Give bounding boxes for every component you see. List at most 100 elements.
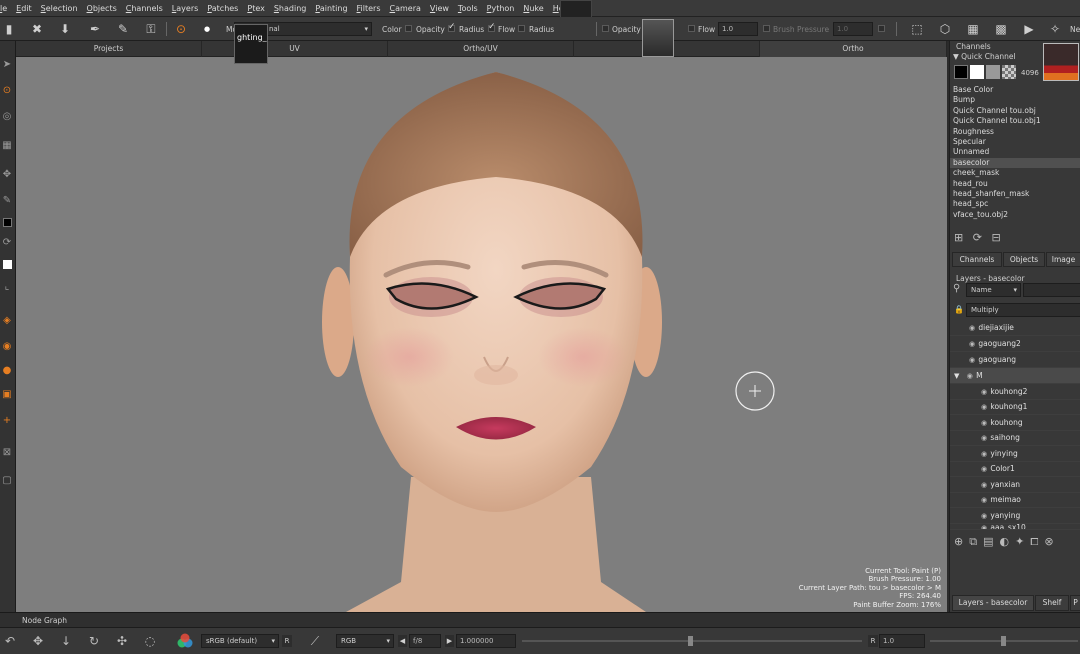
play-icon[interactable]: ▶: [1020, 20, 1038, 38]
tab-uv[interactable]: UV: [202, 41, 388, 57]
reset-colors-icon[interactable]: ⌞: [0, 279, 14, 293]
colorspace-dropdown[interactable]: sRGB (default) ▾: [201, 634, 279, 648]
fill-tool-icon[interactable]: ◈: [0, 313, 14, 327]
node-graph-bar[interactable]: Node Graph: [0, 612, 1080, 627]
background-color-swatch[interactable]: [0, 257, 14, 271]
menu-item-python[interactable]: Python: [487, 4, 515, 13]
channel-item[interactable]: Roughness: [950, 127, 1080, 137]
dot-tool-icon[interactable]: ●: [0, 363, 14, 377]
fstop-input[interactable]: f/8: [409, 634, 441, 648]
channel-item[interactable]: Bump: [950, 95, 1080, 105]
channel-item[interactable]: Quick Channel tou.obj: [950, 106, 1080, 116]
gain-slider-handle[interactable]: [688, 636, 693, 646]
layer-row[interactable]: ◉ diejiaxijie: [950, 320, 1080, 336]
3d-viewport[interactable]: Current Tool: Paint (P) Brush Pressure: …: [16, 57, 947, 612]
grid-icon[interactable]: ▦: [964, 20, 982, 38]
layer-row[interactable]: ◉ yanxian: [950, 477, 1080, 493]
eye-icon[interactable]: ◉: [980, 462, 988, 478]
eye-icon[interactable]: ◉: [968, 321, 976, 337]
add-group-icon[interactable]: ⧉: [969, 535, 983, 548]
channel-item[interactable]: Specular: [950, 137, 1080, 147]
layer-row[interactable]: ◉ kouhong2: [950, 384, 1080, 400]
paint-tool-icon[interactable]: ✒: [86, 20, 104, 38]
gain-input[interactable]: 1.000000: [456, 634, 516, 648]
eye-icon[interactable]: ◉: [980, 400, 988, 416]
brush-preview-thumbnail[interactable]: [642, 19, 674, 57]
layer-filter-dropdown[interactable]: Name ▾: [966, 283, 1021, 297]
tab-layers[interactable]: Layers - basecolor: [952, 595, 1034, 611]
layer-row[interactable]: ◉ yinying: [950, 446, 1080, 462]
head-model-render[interactable]: [16, 57, 947, 612]
brush-dot-icon[interactable]: ●: [198, 20, 216, 38]
channel-swatch-white[interactable]: [970, 65, 984, 79]
eye-icon[interactable]: ◉: [980, 493, 988, 509]
quick-channel-header[interactable]: ▼ Quick Channel: [953, 52, 1016, 61]
menu-item-channels[interactable]: Channels: [126, 4, 163, 13]
menu-item-filters[interactable]: Filters: [357, 4, 381, 13]
menu-item-tools[interactable]: Tools: [458, 4, 478, 13]
tab-ortho-uv[interactable]: Ortho/UV: [388, 41, 574, 57]
expand-arrow-icon[interactable]: ▼: [954, 372, 959, 380]
frame-icon[interactable]: ⬚: [908, 20, 926, 38]
remove-channel-icon[interactable]: ⊟: [991, 231, 1000, 244]
down-arrow-icon[interactable]: ↓: [58, 633, 74, 649]
save-file-icon[interactable]: ⬇: [56, 20, 74, 38]
opacity-checkbox[interactable]: [405, 25, 412, 32]
eye-icon[interactable]: ◉: [980, 524, 988, 529]
pressure-input[interactable]: 1.0: [833, 22, 873, 36]
layer-blend-dropdown[interactable]: Multiply: [966, 303, 1080, 317]
cube-icon[interactable]: ⬡: [936, 20, 954, 38]
layer-row[interactable]: ◉ kouhong1: [950, 399, 1080, 415]
eye-icon[interactable]: ◉: [968, 353, 976, 369]
foreground-color-swatch[interactable]: [0, 215, 14, 229]
menu-item-shading[interactable]: Shading: [274, 4, 307, 13]
swap-colors-icon[interactable]: ⟳: [0, 235, 14, 249]
r-toggle[interactable]: R: [282, 635, 292, 647]
checker-icon[interactable]: ▩: [992, 20, 1010, 38]
layer-row[interactable]: ◉ meimao: [950, 492, 1080, 508]
pressure-checkbox[interactable]: [763, 25, 770, 32]
brush-icon[interactable]: ✧: [1046, 20, 1064, 38]
channel-item[interactable]: Quick Channel tou.obj1: [950, 116, 1080, 126]
channel-item-selected[interactable]: basecolor: [950, 157, 1080, 169]
refresh-channel-icon[interactable]: ⟳: [973, 231, 982, 244]
menu-item-painting[interactable]: Painting: [315, 4, 347, 13]
channel-item[interactable]: head_shanfen_mask: [950, 189, 1080, 199]
channel-item[interactable]: vface_tou.obj2: [950, 210, 1080, 220]
layer-search-input[interactable]: [1023, 283, 1080, 297]
delete-layer-icon[interactable]: ⊗: [1044, 535, 1059, 548]
move-icon[interactable]: ✥: [30, 633, 46, 649]
select-arrow-icon[interactable]: ➤: [0, 57, 14, 71]
menu-item-file[interactable]: le: [0, 4, 7, 13]
flow-checkbox[interactable]: [488, 22, 496, 32]
r2-input[interactable]: 1.0: [879, 634, 925, 648]
pen-icon[interactable]: ✎: [0, 193, 14, 207]
channel-mode-dropdown[interactable]: RGB ▾: [336, 634, 394, 648]
eraser-icon[interactable]: ◎: [0, 109, 14, 123]
channel-swatch-black[interactable]: [954, 65, 968, 79]
eye-icon[interactable]: ◉: [980, 509, 988, 525]
fstop-decrease-icon[interactable]: ◀: [398, 635, 407, 647]
layer-mask-icon[interactable]: ▤: [983, 535, 999, 548]
grid-icon[interactable]: ▦: [0, 138, 14, 152]
tab-shelf[interactable]: Shelf: [1035, 595, 1069, 611]
menu-item-selection[interactable]: Selection: [41, 4, 78, 13]
layer-row[interactable]: ◉ aaa_sx10: [950, 524, 1080, 530]
tab-channels[interactable]: Channels: [952, 252, 1002, 267]
menu-item-patches[interactable]: Patches: [207, 4, 238, 13]
channel-item[interactable]: head_spc: [950, 199, 1080, 209]
visibility-tool-icon[interactable]: ◉: [0, 339, 14, 353]
layer-fx-icon[interactable]: ✦: [1015, 535, 1030, 548]
paint-tool-icon[interactable]: ⊙: [0, 83, 14, 97]
transform-icon[interactable]: ✥: [0, 167, 14, 181]
tab-painting[interactable]: P: [1070, 595, 1080, 611]
layer-row[interactable]: ◉ saihong: [950, 430, 1080, 446]
menu-item-objects[interactable]: Objects: [87, 4, 117, 13]
pan-icon[interactable]: ✣: [114, 633, 130, 649]
target-icon[interactable]: ⊙: [172, 20, 190, 38]
lock-icon[interactable]: 🔒: [954, 305, 964, 314]
add-layer-icon[interactable]: ⊕: [954, 535, 969, 548]
undo-icon[interactable]: ↶: [2, 633, 18, 649]
tab-projects[interactable]: Projects: [16, 41, 202, 57]
layer-row[interactable]: ◉ gaoguang: [950, 352, 1080, 368]
